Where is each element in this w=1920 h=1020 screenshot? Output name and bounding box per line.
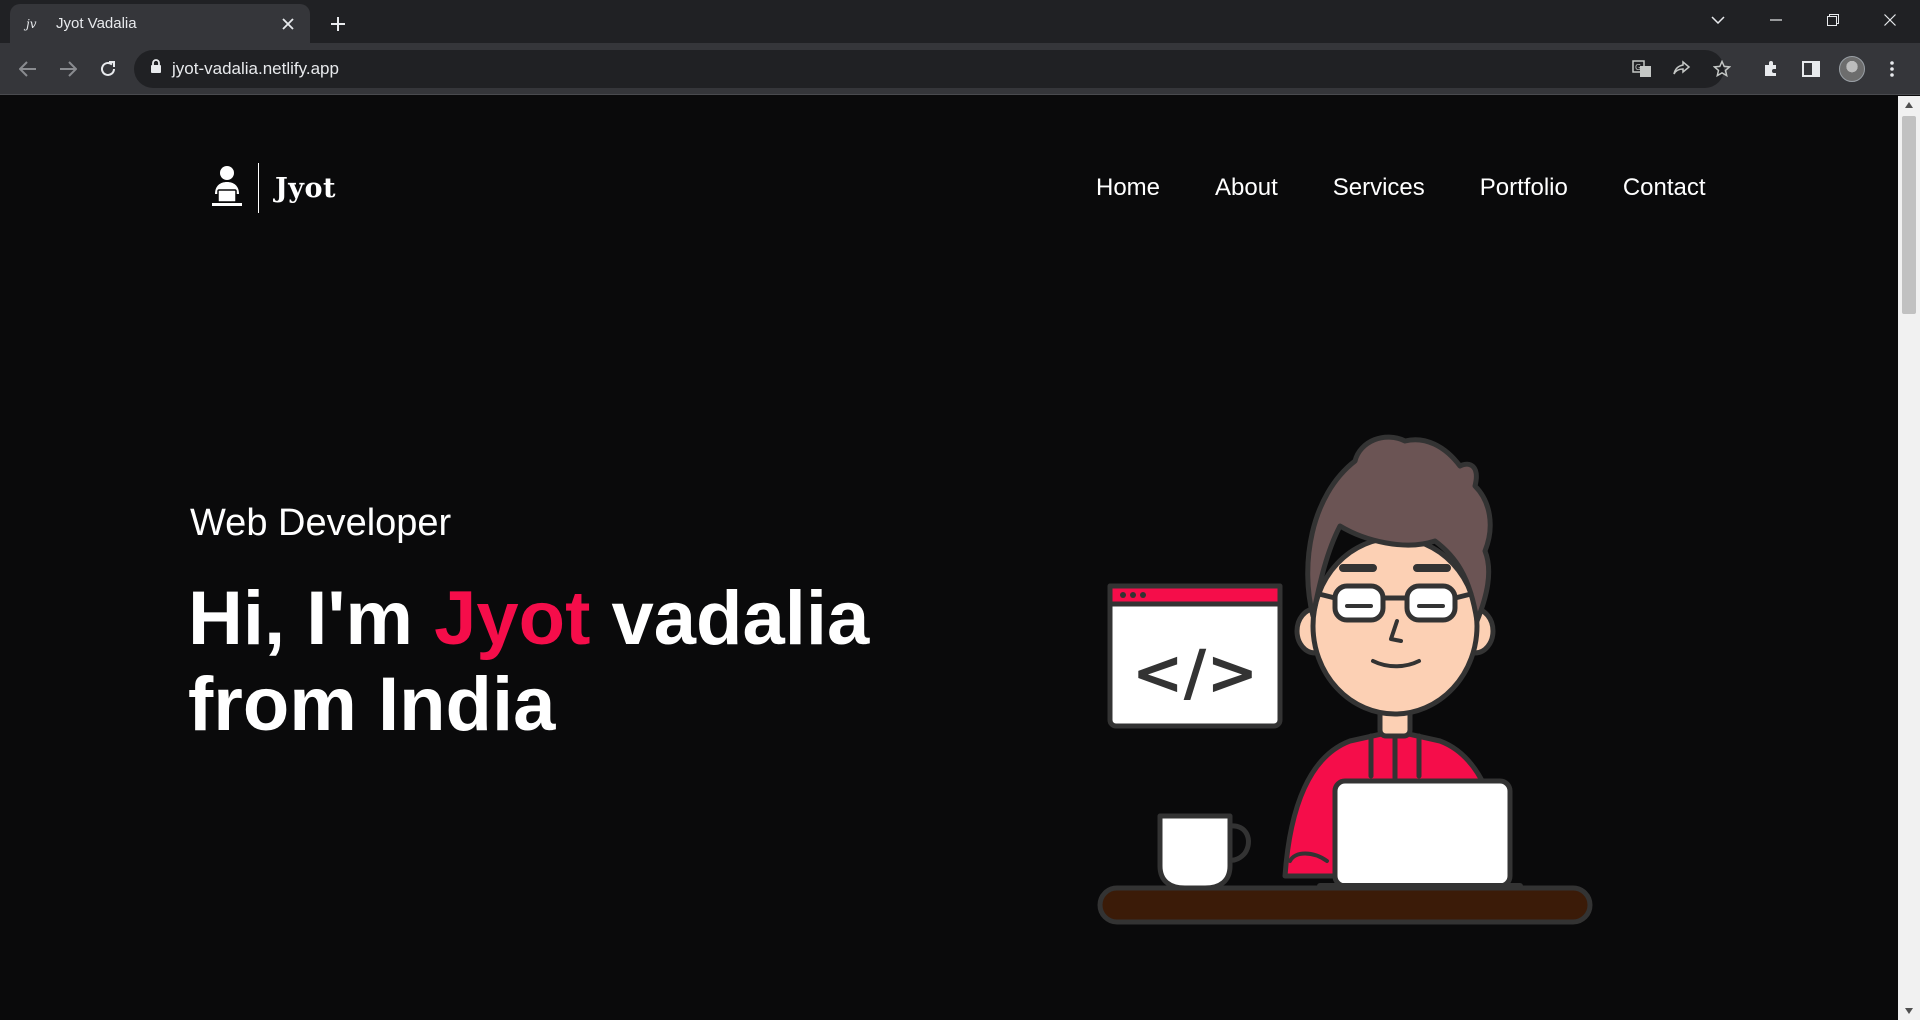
extensions-icon[interactable] <box>1755 53 1787 85</box>
profile-avatar[interactable] <box>1836 53 1868 85</box>
nav-portfolio[interactable]: Portfolio <box>1480 174 1568 202</box>
headline-prefix: Hi, I'm <box>188 576 435 661</box>
browser-toolbar: jyot-vadalia.netlify.app G <box>0 43 1920 95</box>
scroll-thumb[interactable] <box>1902 116 1916 314</box>
forward-icon[interactable] <box>52 53 84 85</box>
developer-illustration: </> <box>1097 434 1593 925</box>
nav-about[interactable]: About <box>1215 174 1278 202</box>
new-tab-button[interactable] <box>322 8 354 40</box>
logo-divider <box>258 163 259 213</box>
menu-icon[interactable] <box>1876 53 1908 85</box>
star-icon[interactable] <box>1704 50 1740 88</box>
page-viewport: Jyot Home About Services Portfolio Conta… <box>0 96 1898 1020</box>
address-bar[interactable]: jyot-vadalia.netlify.app G <box>134 50 1731 88</box>
share-icon[interactable] <box>1664 50 1700 88</box>
nav-contact[interactable]: Contact <box>1623 174 1706 202</box>
translate-icon[interactable]: G <box>1624 50 1660 88</box>
scroll-down-icon[interactable] <box>1898 1002 1920 1020</box>
scroll-up-icon[interactable] <box>1898 96 1920 114</box>
main-nav: Home About Services Portfolio Contact <box>1096 174 1706 202</box>
site-logo[interactable]: Jyot <box>210 162 336 214</box>
sidepanel-icon[interactable] <box>1795 53 1827 85</box>
hero-subtitle: Web Developer <box>190 502 452 544</box>
minimize-icon[interactable] <box>1748 0 1804 40</box>
headline-line2: from India <box>188 662 556 747</box>
hero-headline: Hi, I'm Jyot vadalia from India <box>188 576 869 748</box>
code-window-icon: </> <box>1107 583 1283 729</box>
page-scrollbar[interactable] <box>1898 96 1920 1020</box>
browser-tab[interactable]: jv Jyot Vadalia <box>10 4 310 43</box>
tab-favicon: jv <box>26 16 37 31</box>
code-symbol: </> <box>1132 636 1259 709</box>
avatar <box>1839 56 1865 82</box>
back-icon[interactable] <box>12 53 44 85</box>
headline-name: Jyot <box>434 576 591 661</box>
nav-services[interactable]: Services <box>1333 174 1425 202</box>
url-text: jyot-vadalia.netlify.app <box>172 59 339 78</box>
svg-text:G: G <box>1635 63 1641 72</box>
person-at-laptop-icon <box>210 164 244 213</box>
browser-tabstrip: jv Jyot Vadalia <box>0 0 1920 43</box>
tab-search-icon[interactable] <box>1690 0 1746 40</box>
lock-icon[interactable] <box>150 59 162 79</box>
tab-close-icon[interactable] <box>276 12 300 36</box>
tab-title: Jyot Vadalia <box>56 15 137 32</box>
restore-icon[interactable] <box>1805 0 1861 40</box>
close-window-icon[interactable] <box>1862 0 1918 40</box>
nav-home[interactable]: Home <box>1096 174 1160 202</box>
reload-icon[interactable] <box>92 53 124 85</box>
logo-text: Jyot <box>275 172 336 204</box>
headline-suffix: vadalia <box>590 576 870 661</box>
